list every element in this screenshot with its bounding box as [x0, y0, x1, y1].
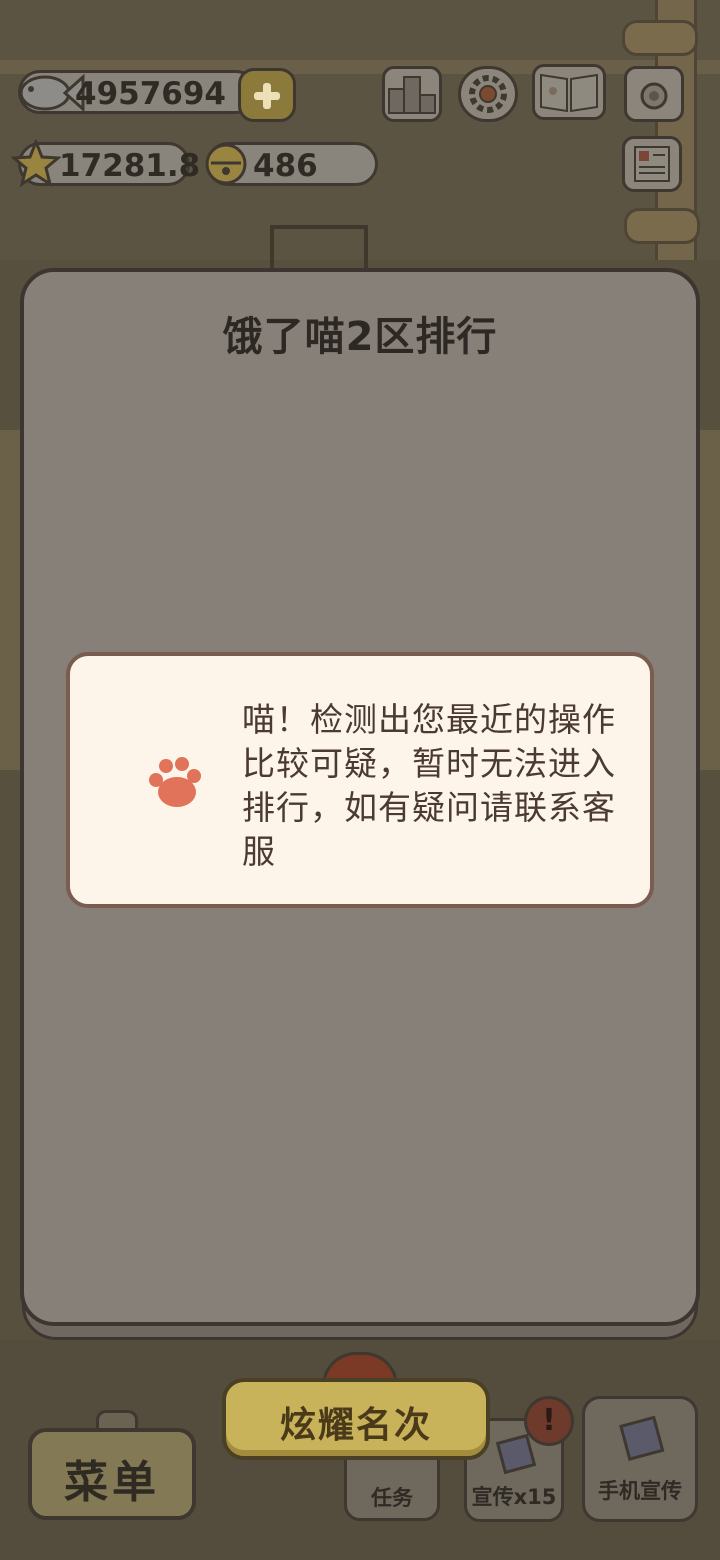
notebook-button[interactable] — [622, 136, 682, 192]
bell-count: 486 — [253, 148, 318, 184]
menu-button[interactable]: 菜单 — [28, 1428, 196, 1520]
settings-gear-icon — [469, 75, 507, 113]
alert-mark: ! — [542, 1403, 556, 1438]
bell-currency-display: 486 — [205, 142, 378, 186]
fish-count: 4957694 — [75, 76, 226, 112]
task-label: 任务 — [371, 1486, 413, 1510]
cat-tree-shelf — [624, 208, 700, 244]
bell-icon — [205, 143, 247, 185]
book-button[interactable] — [532, 64, 606, 120]
menu-label: 菜单 — [64, 1457, 160, 1508]
settings-button[interactable] — [458, 66, 518, 122]
ranking-button[interactable] — [382, 66, 442, 122]
warning-message: 喵！检测出您最近的操作 比较可疑，暂时无法进入 排行，如有疑问请联系客 服 — [242, 698, 632, 874]
background-wall-left — [0, 430, 22, 770]
notebook-icon — [634, 146, 670, 182]
background-wall — [0, 0, 720, 260]
warning-message-box: 喵！检测出您最近的操作 比较可疑，暂时无法进入 排行，如有疑问请联系客 服 — [66, 652, 654, 908]
promo-label: 宣传x15 — [471, 1485, 557, 1509]
show-off-rank-label: 炫耀名次 — [279, 1405, 432, 1446]
phone-flyer-icon — [619, 1415, 665, 1461]
paw-icon — [149, 757, 201, 807]
star-currency-display: 17281.8 — [11, 139, 200, 188]
warning-message-line: 比较可疑，暂时无法进入 — [242, 744, 616, 783]
phone-promo-button[interactable]: 手机宣传 — [582, 1396, 698, 1522]
camera-button[interactable] — [624, 66, 684, 122]
alert-badge: ! — [524, 1396, 574, 1446]
warning-message-line: 服 — [242, 832, 276, 871]
warning-message-line: 排行，如有疑问请联系客 — [242, 788, 616, 827]
background-wall-right — [700, 430, 720, 770]
star-icon — [11, 139, 61, 188]
warning-message-line: 喵！检测出您最近的操作 — [242, 700, 616, 739]
ranking-icon — [388, 76, 436, 114]
modal-title: 饿了喵2区排行 — [222, 314, 498, 360]
phone-promo-label: 手机宣传 — [598, 1479, 682, 1503]
fish-currency-display: 4957694 — [18, 70, 258, 114]
star-count: 17281.8 — [59, 148, 201, 184]
camera-icon — [640, 82, 668, 110]
show-off-rank-button[interactable]: 炫耀名次 — [222, 1378, 490, 1460]
book-icon — [540, 73, 598, 113]
add-fish-button[interactable] — [238, 68, 296, 122]
cat-tree-shelf — [622, 20, 698, 56]
